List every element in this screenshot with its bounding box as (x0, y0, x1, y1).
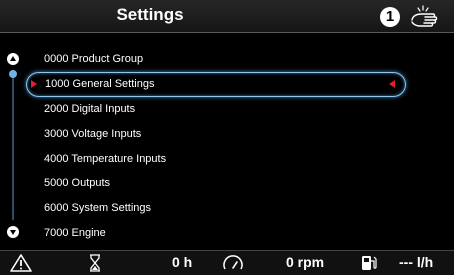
hand-touch-icon[interactable] (409, 4, 439, 28)
engine-hours-value: 0 h (172, 254, 193, 270)
menu-item-general-settings[interactable]: 1000 General Settings (26, 71, 406, 97)
menu-item-digital-inputs[interactable]: 2000 Digital Inputs (26, 97, 406, 122)
menu-item-engine[interactable]: 7000 Engine (26, 221, 406, 246)
selection-left-marker-icon (31, 79, 37, 88)
menu-item-product-group[interactable]: 0000 Product Group (26, 47, 406, 72)
menu-item-label: 1000 General Settings (45, 77, 155, 90)
scrollbar-thumb[interactable] (9, 70, 17, 78)
status-bar: 0 h 0 rpm --- l/h (0, 250, 454, 275)
menu-item-label: 4000 Temperature Inputs (44, 152, 167, 165)
menu-item-voltage-inputs[interactable]: 3000 Voltage Inputs (26, 122, 406, 147)
menu-item-label: 2000 Digital Inputs (44, 102, 136, 115)
selection-right-marker-icon (389, 79, 395, 88)
menu-item-label: 6000 System Settings (44, 202, 152, 215)
warning-icon[interactable] (9, 253, 33, 273)
info-number-icon[interactable]: 1 (380, 7, 400, 27)
menu-item-label: 7000 Engine (44, 227, 106, 240)
menu-item-label: 0000 Product Group (44, 53, 144, 65)
scroll-down-button[interactable] (7, 226, 19, 238)
fuel-pump-icon (362, 256, 377, 270)
tachometer-icon (223, 255, 243, 270)
menu-item-label: 3000 Voltage Inputs (44, 127, 142, 140)
scrollbar-track[interactable] (12, 70, 14, 220)
fuel-rate-value: --- l/h (399, 254, 434, 270)
settings-menu: 0000 Product Group 1000 General Settings… (26, 47, 406, 246)
engine-rpm-value: 0 rpm (286, 254, 325, 270)
hourglass-icon (90, 254, 100, 272)
scroll-up-button[interactable] (7, 53, 19, 65)
menu-item-label: 5000 Outputs (44, 177, 111, 190)
menu-item-system-settings[interactable]: 6000 System Settings (26, 196, 406, 221)
header-bar: Settings 1 (0, 0, 454, 33)
menu-item-outputs[interactable]: 5000 Outputs (26, 171, 406, 196)
page-title: Settings (116, 5, 184, 24)
menu-item-temperature-inputs[interactable]: 4000 Temperature Inputs (26, 147, 406, 172)
